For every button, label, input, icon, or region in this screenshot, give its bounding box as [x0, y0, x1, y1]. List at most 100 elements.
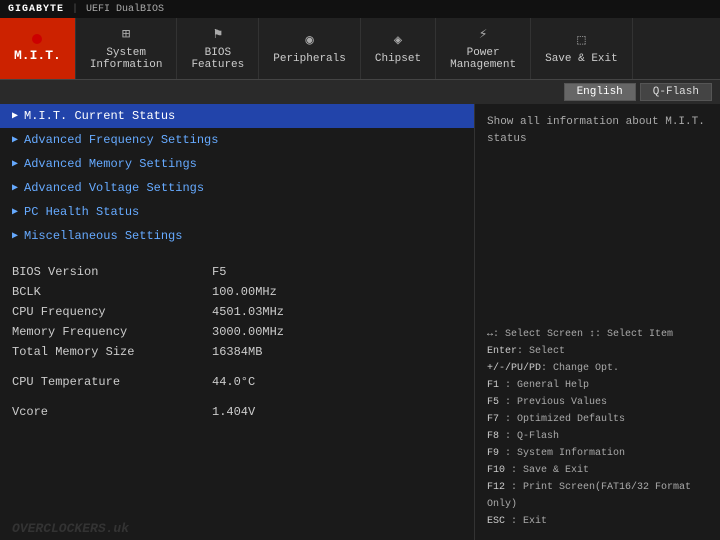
shortcut-key: F5	[487, 397, 499, 408]
table-row: Vcore 1.404V	[12, 402, 462, 422]
menu-item-adv-mem[interactable]: ▶ Advanced Memory Settings	[0, 152, 474, 176]
nav-mit[interactable]: M.I.T.	[0, 18, 76, 79]
shortcut-row: F9 : System Information	[487, 445, 708, 462]
total-mem-label: Total Memory Size	[12, 345, 212, 359]
arrow-icon: ▶	[12, 182, 18, 194]
shortcuts: ↔: Select Screen ↕: Select Item Enter: S…	[487, 326, 708, 530]
peripherals-icon: ◉	[305, 32, 313, 49]
power-icon: ⚡	[479, 26, 487, 43]
top-bar: GIGABYTE | UEFI DualBIOS	[0, 0, 720, 18]
uefi-label: UEFI DualBIOS	[86, 4, 164, 15]
brand-name: GIGABYTE	[8, 4, 64, 15]
nav-bar: M.I.T. ⊞ SystemInformation ⚑ BIOSFeature…	[0, 18, 720, 80]
menu-item-adv-volt[interactable]: ▶ Advanced Voltage Settings	[0, 176, 474, 200]
nav-system-info[interactable]: ⊞ SystemInformation	[76, 18, 178, 79]
qflash-button[interactable]: Q-Flash	[640, 83, 712, 101]
menu-label-mit-current: M.I.T. Current Status	[24, 109, 175, 123]
shortcut-key: Enter	[487, 346, 517, 357]
shortcut-key: F12	[487, 482, 505, 493]
shortcut-key: ESC	[487, 516, 505, 527]
cpu-freq-label: CPU Frequency	[12, 305, 212, 319]
bclk-label: BCLK	[12, 285, 212, 299]
nav-save-exit[interactable]: ⬚ Save & Exit	[531, 18, 633, 79]
shortcut-row: Enter: Select	[487, 343, 708, 360]
shortcut-desc: : General Help	[499, 380, 589, 391]
menu-label-adv-mem: Advanced Memory Settings	[24, 157, 197, 171]
shortcut-row: ↔: Select Screen ↕: Select Item	[487, 326, 708, 343]
total-mem-value: 16384MB	[212, 345, 262, 359]
shortcut-row: ESC : Exit	[487, 513, 708, 530]
shortcut-key: F9	[487, 448, 499, 459]
spacer	[12, 392, 462, 402]
bclk-value: 100.00MHz	[212, 285, 277, 299]
shortcut-row: F7 : Optimized Defaults	[487, 411, 708, 428]
nav-chipset-label: Chipset	[375, 53, 421, 65]
menu-label-adv-freq: Advanced Frequency Settings	[24, 133, 218, 147]
shortcut-key: F10	[487, 465, 505, 476]
separator: |	[72, 4, 78, 15]
table-row: BIOS Version F5	[12, 262, 462, 282]
menu-item-misc[interactable]: ▶ Miscellaneous Settings	[0, 224, 474, 248]
shortcut-row: F1 : General Help	[487, 377, 708, 394]
nav-bios-features[interactable]: ⚑ BIOSFeatures	[177, 18, 259, 79]
lang-bar: English Q-Flash	[0, 80, 720, 104]
menu-item-pc-health[interactable]: ▶ PC Health Status	[0, 200, 474, 224]
menu-item-mit-current[interactable]: ▶ M.I.T. Current Status	[0, 104, 474, 128]
nav-save-exit-label: Save & Exit	[545, 53, 618, 65]
shortcut-key: F1	[487, 380, 499, 391]
shortcut-desc: : Q-Flash	[499, 431, 559, 442]
shortcut-desc: : System Information	[499, 448, 625, 459]
shortcut-row: +/-/PU/PD: Change Opt.	[487, 360, 708, 377]
table-row: CPU Frequency 4501.03MHz	[12, 302, 462, 322]
shortcut-desc: : Print Screen(FAT16/32 Format Only)	[487, 482, 691, 510]
menu-label-adv-volt: Advanced Voltage Settings	[24, 181, 204, 195]
shortcut-row: F8 : Q-Flash	[487, 428, 708, 445]
shortcut-desc: : Select	[517, 346, 565, 357]
shortcut-desc: : Previous Values	[499, 397, 607, 408]
chipset-icon: ◈	[394, 32, 402, 49]
shortcut-key: +/-/PU/PD	[487, 363, 541, 374]
arrow-icon: ▶	[12, 206, 18, 218]
table-row: Memory Frequency 3000.00MHz	[12, 322, 462, 342]
table-row: Total Memory Size 16384MB	[12, 342, 462, 362]
bios-version-label: BIOS Version	[12, 265, 212, 279]
nav-power[interactable]: ⚡ PowerManagement	[436, 18, 531, 79]
cpu-temp-label: CPU Temperature	[12, 375, 212, 389]
menu-label-pc-health: PC Health Status	[24, 205, 139, 219]
right-panel: Show all information about M.I.T. status…	[475, 104, 720, 540]
nav-peripherals-label: Peripherals	[273, 53, 346, 65]
menu-label-misc: Miscellaneous Settings	[24, 229, 182, 243]
main-area: ▶ M.I.T. Current Status ▶ Advanced Frequ…	[0, 104, 720, 540]
nav-mit-label: M.I.T.	[14, 48, 61, 63]
info-table: BIOS Version F5 BCLK 100.00MHz CPU Frequ…	[0, 248, 474, 422]
shortcut-row: F12 : Print Screen(FAT16/32 Format Only)	[487, 479, 708, 513]
shortcut-row: F10 : Save & Exit	[487, 462, 708, 479]
nav-bios-features-label: BIOSFeatures	[191, 47, 244, 71]
left-panel: ▶ M.I.T. Current Status ▶ Advanced Frequ…	[0, 104, 475, 540]
english-button[interactable]: English	[564, 83, 636, 101]
shortcut-desc: : Optimized Defaults	[499, 414, 625, 425]
arrow-icon: ▶	[12, 110, 18, 122]
nav-chipset[interactable]: ◈ Chipset	[361, 18, 436, 79]
shortcut-key: F7	[487, 414, 499, 425]
shortcut-desc: : Exit	[505, 516, 547, 527]
cpu-temp-value: 44.0°C	[212, 375, 255, 389]
mem-freq-value: 3000.00MHz	[212, 325, 284, 339]
arrow-icon: ▶	[12, 134, 18, 146]
bios-version-value: F5	[212, 265, 226, 279]
system-info-icon: ⊞	[122, 26, 130, 43]
nav-power-label: PowerManagement	[450, 47, 516, 71]
cpu-freq-value: 4501.03MHz	[212, 305, 284, 319]
help-text: Show all information about M.I.T. status	[487, 114, 708, 147]
table-row: CPU Temperature 44.0°C	[12, 372, 462, 392]
arrow-icon: ▶	[12, 230, 18, 242]
shortcut-desc: : Change Opt.	[541, 363, 619, 374]
footer-watermark: OVERCLOCKERS.uk	[0, 517, 475, 540]
nav-peripherals[interactable]: ◉ Peripherals	[259, 18, 361, 79]
bios-features-icon: ⚑	[214, 26, 222, 43]
nav-system-info-label: SystemInformation	[90, 47, 163, 71]
vcore-value: 1.404V	[212, 405, 255, 419]
vcore-label: Vcore	[12, 405, 212, 419]
shortcut-row: F5 : Previous Values	[487, 394, 708, 411]
menu-item-adv-freq[interactable]: ▶ Advanced Frequency Settings	[0, 128, 474, 152]
